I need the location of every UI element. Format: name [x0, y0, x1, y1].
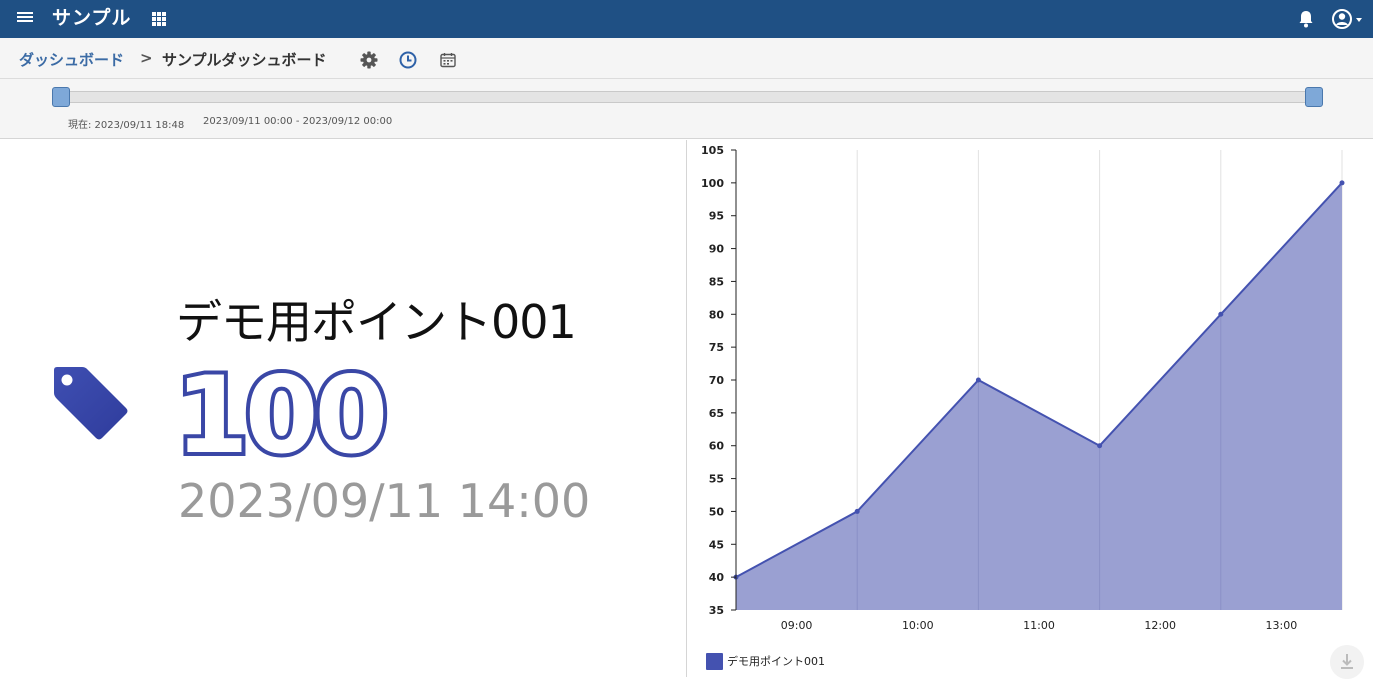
x-tick-label: 13:00	[1266, 619, 1298, 632]
y-tick-label: 95	[709, 210, 724, 223]
y-tick-label: 75	[709, 341, 724, 354]
data-point	[1097, 443, 1103, 449]
download-icon[interactable]	[1330, 645, 1364, 679]
breadcrumb-separator: >	[140, 49, 153, 67]
y-tick-label: 50	[709, 505, 725, 518]
x-tick-label: 10:00	[902, 619, 934, 632]
range-end-handle[interactable]	[1305, 87, 1323, 107]
y-tick-label: 85	[709, 275, 724, 288]
y-tick-label: 35	[709, 604, 724, 617]
data-point	[975, 377, 981, 383]
value-panel: デモ用ポイント001 100 2023/09/11 14:00	[0, 140, 686, 677]
x-tick-label: 11:00	[1023, 619, 1055, 632]
legend-label: デモ用ポイント001	[727, 655, 825, 668]
apps-grid-icon[interactable]	[152, 12, 166, 26]
point-value: 100	[171, 352, 392, 480]
top-bar: サンプル	[0, 0, 1373, 38]
series-area	[736, 182, 1342, 610]
y-tick-label: 65	[709, 407, 724, 420]
point-timestamp: 2023/09/11 14:00	[178, 474, 591, 528]
data-point	[854, 508, 860, 514]
y-tick-label: 80	[709, 308, 725, 321]
app-title[interactable]: サンプル	[52, 6, 131, 30]
bell-icon[interactable]	[1297, 9, 1315, 29]
y-tick-label: 100	[701, 177, 724, 190]
breadcrumb-current: サンプルダッシュボード	[162, 51, 327, 69]
y-tick-label: 55	[709, 473, 724, 486]
tag-icon	[54, 367, 128, 440]
selected-range-label: 2023/09/11 00:00 - 2023/09/12 00:00	[203, 116, 393, 127]
hamburger-menu-icon[interactable]	[16, 10, 34, 28]
x-tick-label: 12:00	[1144, 619, 1176, 632]
area-chart: 35 40 45 50 55 60 65 70 75 80 85 90 95 100 105 09:00 10:…	[701, 144, 1345, 632]
current-time-label: 現在: 2023/09/11 18:48	[68, 120, 185, 131]
y-tick-label: 90	[709, 243, 725, 256]
time-range-bar: 現在: 2023/09/11 18:48 2023/09/11 00:00 - …	[0, 79, 1373, 139]
legend-swatch	[706, 652, 723, 670]
gear-icon[interactable]	[359, 50, 379, 70]
breadcrumb-dashboard-link[interactable]: ダッシュボード	[19, 49, 124, 70]
time-range-track[interactable]	[60, 91, 1315, 103]
y-tick-label: 40	[709, 571, 725, 584]
y-tick-label: 60	[709, 440, 725, 453]
breadcrumb-bar: ダッシュボード > サンプルダッシュボード	[0, 38, 1373, 79]
y-tick-label: 105	[701, 144, 724, 157]
account-circle-icon[interactable]	[1331, 8, 1365, 30]
range-start-handle[interactable]	[52, 87, 70, 107]
data-point	[1218, 311, 1224, 317]
calendar-icon[interactable]	[438, 50, 458, 70]
x-tick-label: 09:00	[781, 619, 813, 632]
data-point	[1339, 180, 1345, 186]
chart-legend-item[interactable]: デモ用ポイント001	[706, 652, 825, 670]
y-tick-label: 45	[709, 538, 724, 551]
y-tick-label: 70	[709, 374, 725, 387]
point-name: デモ用ポイント001	[176, 295, 577, 349]
clock-icon[interactable]	[398, 50, 418, 70]
